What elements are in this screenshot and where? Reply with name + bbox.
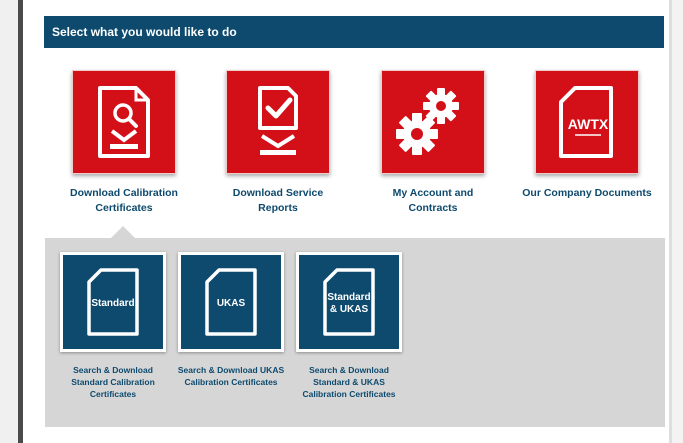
option-download-calibration-certificates[interactable]: Download Calibration Certificates [70, 70, 178, 216]
gears-icon [396, 88, 459, 155]
sub-option-label[interactable]: Search & Download Standard Calibration C… [54, 364, 172, 400]
standard-ukas-certificate-tile[interactable]: Standard & UKAS [296, 252, 402, 352]
sub-option-standard-and-ukas[interactable]: Standard & UKAS Search & Download Standa… [296, 252, 402, 400]
option-label[interactable]: Our Company Documents [521, 186, 653, 201]
standard-certificate-tile[interactable]: Standard [60, 252, 166, 352]
company-documents-tile[interactable]: AWTX [535, 70, 639, 174]
svg-text:Standard: Standard [327, 292, 370, 303]
svg-text:Standard: Standard [91, 298, 134, 309]
document-icon: UKAS [205, 268, 257, 336]
document-icon: Standard & UKAS [323, 268, 375, 336]
search-document-download-icon [98, 86, 150, 158]
sub-option-standard[interactable]: Standard Search & Download Standard Cali… [60, 252, 166, 400]
calibration-certificates-tile[interactable] [72, 70, 176, 174]
option-my-account-and-contracts[interactable]: My Account and Contracts [381, 70, 485, 216]
service-reports-tile[interactable] [226, 70, 330, 174]
ukas-certificate-tile[interactable]: UKAS [178, 252, 284, 352]
left-window-edge [0, 0, 23, 443]
action-panel: Select what you would like to do Downloa… [32, 6, 666, 443]
panel-header: Select what you would like to do [44, 16, 664, 48]
svg-text:AWTX: AWTX [568, 116, 609, 132]
document-icon: Standard [87, 268, 139, 336]
selection-pointer [111, 226, 135, 238]
right-window-edge [669, 0, 683, 443]
option-label[interactable]: My Account and Contracts [367, 186, 499, 216]
account-contracts-tile[interactable] [381, 70, 485, 174]
option-label[interactable]: Download Calibration Certificates [58, 186, 190, 216]
sub-option-label[interactable]: Search & Download Standard & UKAS Calibr… [290, 364, 408, 400]
sub-option-ukas[interactable]: UKAS Search & Download UKAS Calibration … [178, 252, 284, 388]
checked-document-download-icon [258, 86, 298, 155]
svg-text:UKAS: UKAS [217, 298, 246, 309]
option-our-company-documents[interactable]: AWTX Our Company Documents [522, 70, 652, 201]
sub-option-label[interactable]: Search & Download UKAS Calibration Certi… [172, 364, 290, 388]
option-download-service-reports[interactable]: Download Service Reports [226, 70, 330, 216]
awtx-document-icon: AWTX [559, 86, 613, 158]
svg-text:& UKAS: & UKAS [330, 304, 369, 315]
option-label[interactable]: Download Service Reports [212, 186, 344, 216]
